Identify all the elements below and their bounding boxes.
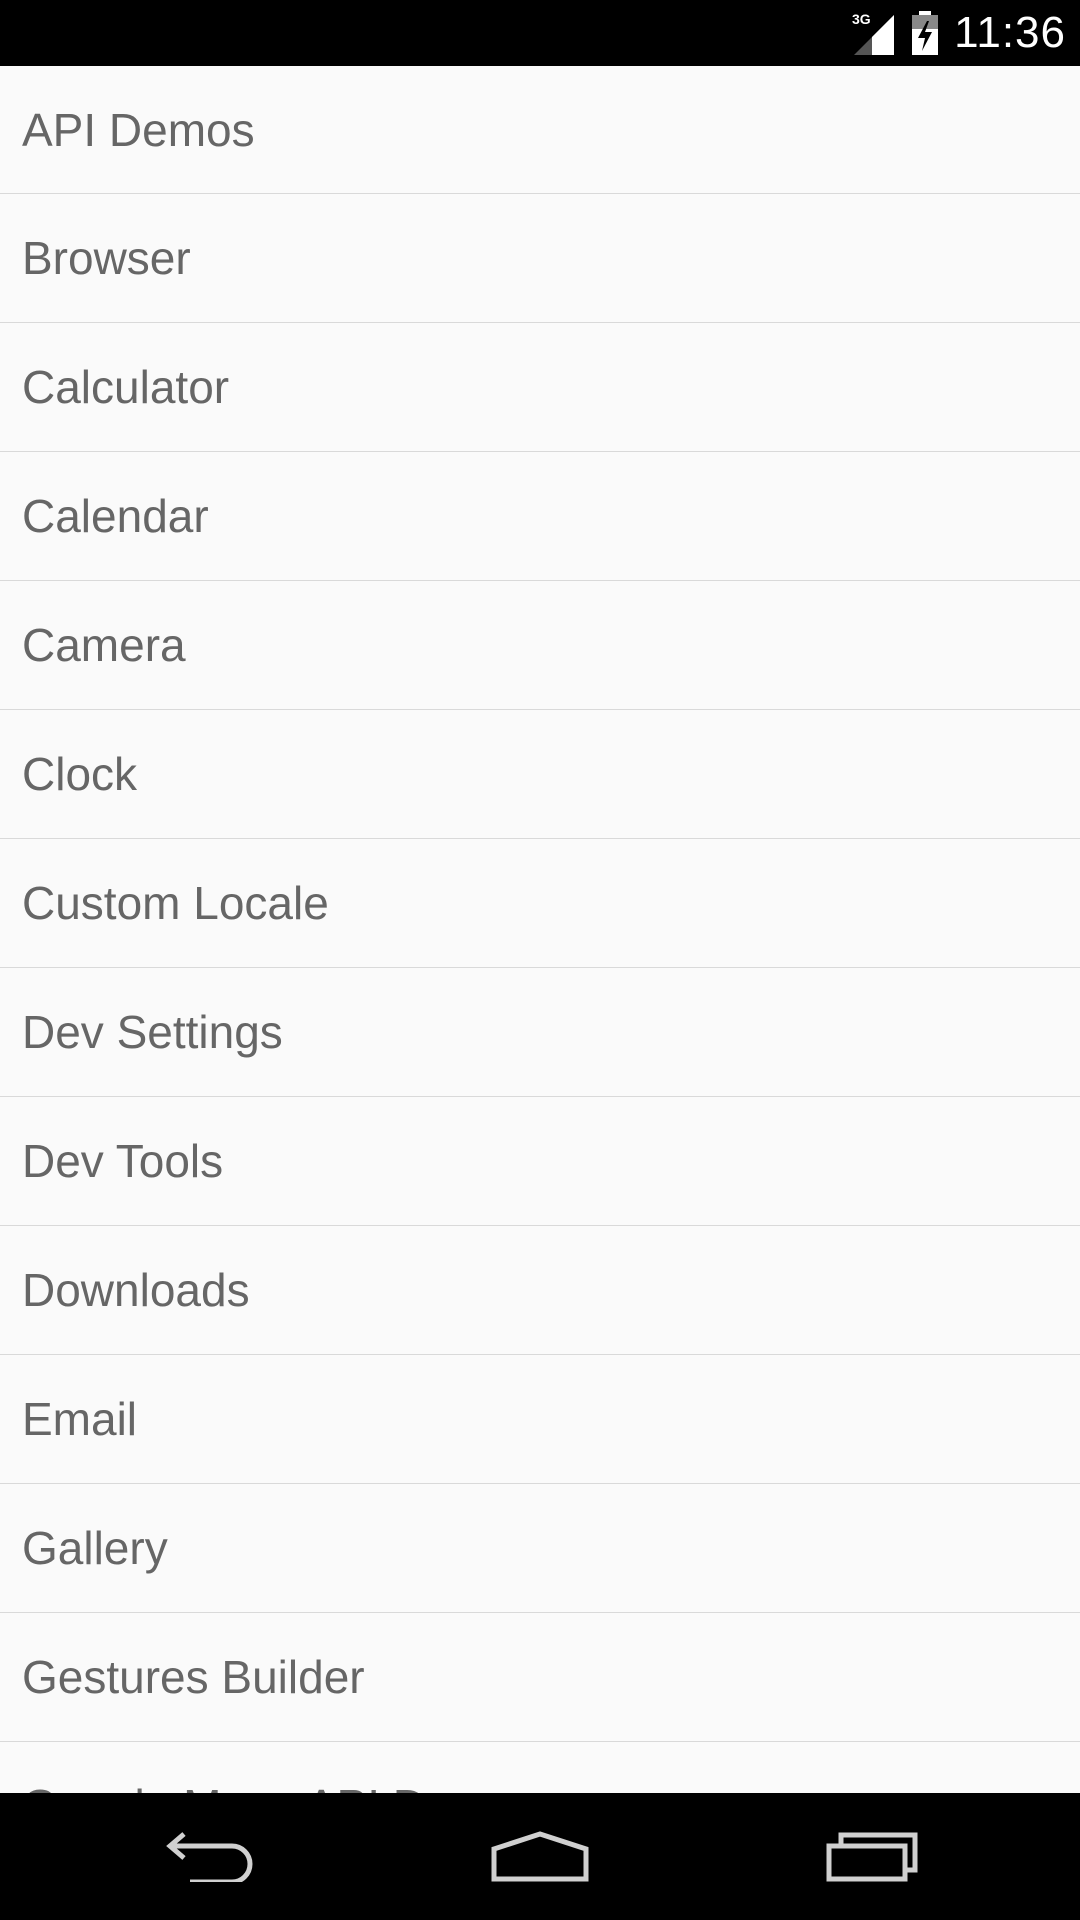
- list-item-label: Downloads: [22, 1264, 250, 1316]
- app-list[interactable]: API Demos Browser Calculator Calendar Ca…: [0, 66, 1080, 1793]
- status-bar: 3G 11:36: [0, 0, 1080, 66]
- list-item[interactable]: Browser: [0, 194, 1080, 323]
- list-item-label: API Demos: [22, 103, 255, 156]
- list-item-label: Google Maps API D...: [22, 1779, 464, 1793]
- list-item[interactable]: Calculator: [0, 323, 1080, 452]
- list-item[interactable]: Gallery: [0, 1484, 1080, 1613]
- list-item[interactable]: API Demos: [0, 66, 1080, 194]
- list-item-label: Email: [22, 1393, 138, 1445]
- list-item[interactable]: Email: [0, 1355, 1080, 1484]
- battery-charging-icon: [910, 11, 940, 55]
- list-item-label: Dev Tools: [22, 1135, 224, 1187]
- list-item-label: Calendar: [22, 490, 209, 542]
- list-item-label: Clock: [22, 748, 138, 800]
- home-icon: [490, 1830, 590, 1883]
- list-item[interactable]: Camera: [0, 581, 1080, 710]
- list-item[interactable]: Clock: [0, 710, 1080, 839]
- navigation-bar: [0, 1793, 1080, 1920]
- list-item[interactable]: Downloads: [0, 1226, 1080, 1355]
- list-item-label: Gallery: [22, 1522, 168, 1574]
- list-item-label: Browser: [22, 232, 191, 284]
- home-button[interactable]: [440, 1793, 640, 1920]
- list-item[interactable]: Dev Tools: [0, 1097, 1080, 1226]
- list-item[interactable]: Custom Locale: [0, 839, 1080, 968]
- back-icon: [164, 1831, 256, 1882]
- network-type-label: 3G: [852, 11, 871, 27]
- list-item-label: Gestures Builder: [22, 1651, 365, 1703]
- list-item-label: Dev Settings: [22, 1006, 283, 1058]
- list-item[interactable]: Calendar: [0, 452, 1080, 581]
- recents-button[interactable]: [772, 1793, 972, 1920]
- recents-icon: [825, 1832, 919, 1882]
- list-item[interactable]: Gestures Builder: [0, 1613, 1080, 1742]
- list-item-label: Calculator: [22, 361, 230, 413]
- list-item-label: Camera: [22, 619, 186, 671]
- status-icons: 3G 11:36: [852, 0, 1066, 66]
- list-item[interactable]: Google Maps API D...: [0, 1742, 1080, 1793]
- status-clock: 11:36: [954, 8, 1066, 57]
- back-button[interactable]: [110, 1793, 310, 1920]
- signal-icon: 3G: [852, 11, 896, 55]
- list-item[interactable]: Dev Settings: [0, 968, 1080, 1097]
- list-item-label: Custom Locale: [22, 877, 329, 929]
